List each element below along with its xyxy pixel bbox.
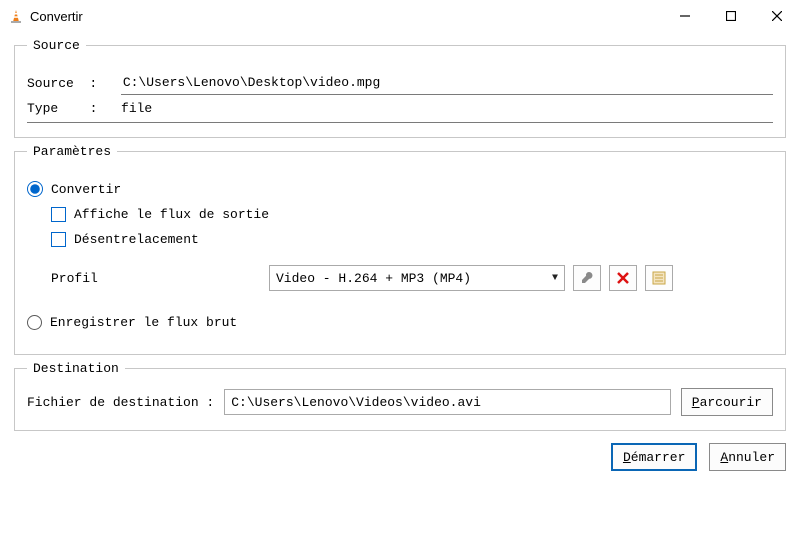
window-title: Convertir xyxy=(30,9,662,24)
convert-radio-row[interactable]: Convertir xyxy=(27,181,773,197)
source-group: Source Source : Type : file xyxy=(14,38,786,138)
close-button[interactable] xyxy=(754,0,800,32)
profile-selected: Video - H.264 + MP3 (MP4) xyxy=(276,271,471,286)
deinterlace-label: Désentrelacement xyxy=(74,232,199,247)
source-label: Source xyxy=(27,76,74,91)
show-output-check-row[interactable]: Affiche le flux de sortie xyxy=(51,207,773,222)
record-raw-radio-row[interactable]: Enregistrer le flux brut xyxy=(27,315,773,330)
show-output-label: Affiche le flux de sortie xyxy=(74,207,269,222)
profile-row: Profil Video - H.264 + MP3 (MP4) ▼ xyxy=(27,265,773,291)
source-legend: Source xyxy=(27,38,86,53)
type-value: file xyxy=(121,101,152,116)
profile-label: Profil xyxy=(51,271,261,286)
wrench-icon xyxy=(580,271,594,285)
dest-row: Fichier de destination : Parcourir xyxy=(27,388,773,416)
colon: : xyxy=(74,101,113,116)
deinterlace-checkbox[interactable] xyxy=(51,232,66,247)
colon: : xyxy=(74,76,113,91)
dest-legend: Destination xyxy=(27,361,125,376)
delete-icon xyxy=(617,272,629,284)
params-group: Paramètres Convertir Affiche le flux de … xyxy=(14,144,786,355)
maximize-button[interactable] xyxy=(708,0,754,32)
convert-radio[interactable] xyxy=(27,181,43,197)
source-input[interactable] xyxy=(121,71,773,95)
show-output-checkbox[interactable] xyxy=(51,207,66,222)
dest-label: Fichier de destination : xyxy=(27,395,214,410)
divider xyxy=(27,122,773,123)
minimize-icon xyxy=(680,11,690,21)
deinterlace-check-row[interactable]: Désentrelacement xyxy=(51,232,773,247)
edit-profile-button[interactable] xyxy=(573,265,601,291)
browse-button[interactable]: Parcourir xyxy=(681,388,773,416)
profile-select[interactable]: Video - H.264 + MP3 (MP4) ▼ xyxy=(269,265,565,291)
close-icon xyxy=(772,11,782,21)
dest-group: Destination Fichier de destination : Par… xyxy=(14,361,786,431)
source-row: Source : xyxy=(27,71,773,95)
start-button[interactable]: Démarrer xyxy=(611,443,697,471)
type-label: Type xyxy=(27,101,74,116)
dest-input[interactable] xyxy=(224,389,671,415)
new-profile-button[interactable] xyxy=(645,265,673,291)
cancel-button[interactable]: Annuler xyxy=(709,443,786,471)
type-row: Type : file xyxy=(27,101,773,116)
record-raw-radio[interactable] xyxy=(27,315,42,330)
record-raw-label: Enregistrer le flux brut xyxy=(50,315,237,330)
maximize-icon xyxy=(726,11,736,21)
browse-label-rest: arcourir xyxy=(700,395,762,410)
new-profile-icon xyxy=(652,271,666,285)
delete-profile-button[interactable] xyxy=(609,265,637,291)
chevron-down-icon: ▼ xyxy=(552,273,558,284)
params-legend: Paramètres xyxy=(27,144,117,159)
minimize-button[interactable] xyxy=(662,0,708,32)
convert-label: Convertir xyxy=(51,182,121,197)
vlc-cone-icon xyxy=(8,8,24,24)
footer: Démarrer Annuler xyxy=(0,431,800,483)
title-bar: Convertir xyxy=(0,0,800,32)
